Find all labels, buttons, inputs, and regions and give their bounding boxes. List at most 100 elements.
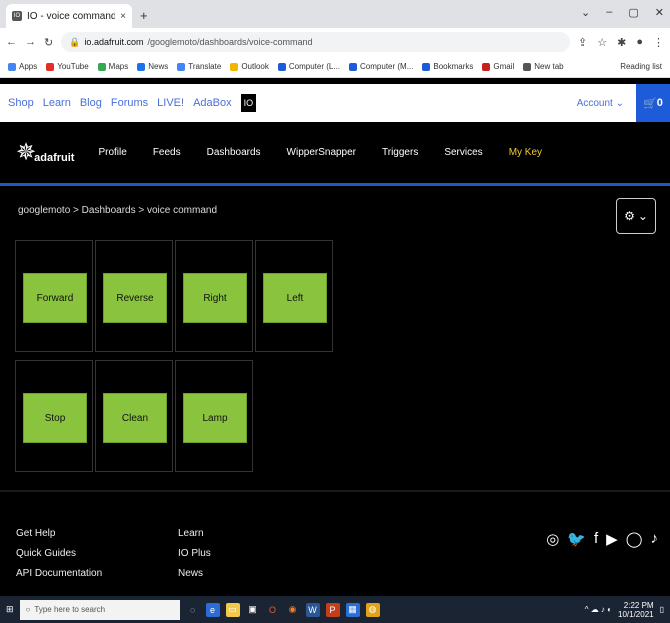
bookmark-label: Maps xyxy=(108,62,129,71)
nav-my-key[interactable]: My Key xyxy=(509,147,542,158)
bookmark-item[interactable]: Computer (L... xyxy=(277,62,341,71)
bookmark-item[interactable]: New tab xyxy=(523,62,564,71)
tray-icons[interactable]: ^ ☁ ♪ ◐ xyxy=(585,605,612,614)
taskbar-search[interactable]: ○ Type here to search xyxy=(19,599,180,620)
maximize-icon[interactable]: ▢ xyxy=(628,6,638,19)
footer-link[interactable]: Get Help xyxy=(16,528,102,539)
nav-triggers[interactable]: Triggers xyxy=(382,147,418,158)
reading-list[interactable]: Reading list xyxy=(620,62,662,71)
lock-icon: 🔒 xyxy=(69,36,81,47)
nav-feeds[interactable]: Feeds xyxy=(153,147,181,158)
firefox-icon[interactable]: ◉ xyxy=(286,603,300,617)
tab-close-icon[interactable]: × xyxy=(120,11,126,22)
bookmark-label: Computer (L... xyxy=(288,62,341,71)
youtube-icon[interactable]: ▶ xyxy=(606,530,618,548)
back-icon[interactable]: ← xyxy=(6,36,17,48)
dashboard-settings-button[interactable]: ⚙ ⌄ xyxy=(616,198,656,234)
facebook-icon[interactable]: f xyxy=(594,530,598,548)
chevron-down-icon: ⌄ xyxy=(615,97,624,109)
close-window-icon[interactable]: ✕ xyxy=(655,6,664,19)
search-icon: ○ xyxy=(25,605,31,614)
site-footer: Get Help Quick Guides API Documentation … xyxy=(0,490,670,590)
word-icon[interactable]: W xyxy=(305,602,320,617)
footer-link[interactable]: News xyxy=(178,568,211,579)
breadcrumb-dashboards[interactable]: Dashboards xyxy=(82,205,136,216)
topstrip-link[interactable]: Forums xyxy=(111,97,148,109)
cortana-icon[interactable]: ◌ xyxy=(186,603,200,617)
github-icon[interactable]: ◯ xyxy=(626,530,643,548)
instagram-icon[interactable]: ◎ xyxy=(546,530,559,548)
notifications-icon[interactable]: ▯ xyxy=(660,605,664,614)
chrome-icon[interactable]: ◍ xyxy=(365,602,380,617)
bookmark-label: Bookmarks xyxy=(433,62,474,71)
cart-button[interactable]: 🛒 0 xyxy=(636,84,670,122)
clock-date: 10/1/2021 xyxy=(618,609,654,619)
footer-link[interactable]: API Documentation xyxy=(16,568,102,579)
nav-profile[interactable]: Profile xyxy=(98,147,126,158)
address-bar[interactable]: 🔒 io.adafruit.com /googlemoto/dashboards… xyxy=(61,32,571,52)
profile-icon[interactable]: ● xyxy=(636,36,643,49)
breadcrumb-user[interactable]: googlemoto xyxy=(18,205,70,216)
footer-link[interactable]: IO Plus xyxy=(178,548,211,559)
powerpoint-icon[interactable]: P xyxy=(325,602,340,617)
edge-icon[interactable]: e xyxy=(205,602,220,617)
left-button[interactable]: Left xyxy=(263,273,327,323)
bookmark-label: Computer (M... xyxy=(360,62,414,71)
cart-icon: 🛒 xyxy=(643,97,657,110)
account-menu[interactable]: Account ⌄ xyxy=(577,98,624,109)
nav-dashboards[interactable]: Dashboards xyxy=(207,147,261,158)
forward-icon[interactable]: → xyxy=(25,36,36,48)
clock[interactable]: 2:22 PM 10/1/2021 xyxy=(618,601,654,619)
io-badge[interactable]: IO xyxy=(240,94,257,112)
bookmark-item[interactable]: News xyxy=(137,62,168,71)
topstrip-link[interactable]: AdaBox xyxy=(193,97,232,109)
tab-search-icon[interactable]: ⌄ xyxy=(581,6,590,19)
reload-icon[interactable]: ↻ xyxy=(44,36,53,49)
bookmark-label: Outlook xyxy=(241,62,269,71)
cart-count: 0 xyxy=(656,97,663,109)
system-tray: ^ ☁ ♪ ◐ 2:22 PM 10/1/2021 ▯ xyxy=(585,601,664,619)
file-explorer-icon[interactable]: ▭ xyxy=(225,602,240,617)
bookmark-item[interactable]: Gmail xyxy=(482,62,514,71)
screen: IO IO - voice command × + ⌄ – ▢ ✕ ← → ↻ … xyxy=(0,0,670,623)
reverse-button[interactable]: Reverse xyxy=(103,273,167,323)
right-button[interactable]: Right xyxy=(183,273,247,323)
tiktok-icon[interactable]: ♪ xyxy=(651,530,659,548)
share-icon[interactable]: ⇪ xyxy=(578,36,587,49)
bookmark-item[interactable]: Bookmarks xyxy=(422,62,473,71)
twitter-icon[interactable]: 🐦 xyxy=(567,530,586,548)
store-icon[interactable]: ▣ xyxy=(246,603,260,617)
windows-start-icon[interactable]: ⊞ xyxy=(6,604,14,615)
bookmark-item[interactable]: Maps xyxy=(97,62,129,71)
minimize-icon[interactable]: – xyxy=(606,6,612,19)
nav-wippersnapper[interactable]: WipperSnapper xyxy=(287,147,356,158)
bookmark-item[interactable]: Translate xyxy=(177,62,221,71)
app-icon[interactable]: ▦ xyxy=(345,602,360,617)
star-icon[interactable]: ☆ xyxy=(597,36,607,49)
footer-link[interactable]: Learn xyxy=(178,528,211,539)
forward-button[interactable]: Forward xyxy=(23,273,87,323)
footer-link[interactable]: Quick Guides xyxy=(16,548,102,559)
adafruit-logo[interactable]: ✵ adafruit xyxy=(16,140,74,165)
stop-button[interactable]: Stop xyxy=(23,393,87,443)
site-header: ✵ adafruit Profile Feeds Dashboards Wipp… xyxy=(0,122,670,186)
bookmark-item[interactable]: YouTube xyxy=(46,62,89,71)
bookmark-item[interactable]: Computer (M... xyxy=(349,62,413,71)
topstrip-link[interactable]: Shop xyxy=(8,97,34,109)
footer-column-learn: Learn IO Plus News xyxy=(178,528,211,579)
bookmark-item[interactable]: Apps xyxy=(8,62,37,71)
browser-tab-active[interactable]: IO IO - voice command × xyxy=(6,4,132,28)
clean-button[interactable]: Clean xyxy=(103,393,167,443)
opera-icon[interactable]: O xyxy=(266,603,280,617)
extensions-icon[interactable]: ✱ xyxy=(617,36,626,49)
menu-icon[interactable]: ⋮ xyxy=(653,36,664,49)
bookmark-favicon-icon xyxy=(349,62,358,71)
bookmark-item[interactable]: Outlook xyxy=(230,62,269,71)
topstrip-link[interactable]: Blog xyxy=(80,97,102,109)
lamp-button[interactable]: Lamp xyxy=(183,393,247,443)
new-tab-button[interactable]: + xyxy=(140,8,148,23)
nav-services[interactable]: Services xyxy=(444,147,482,158)
bookmark-favicon-icon xyxy=(277,62,286,71)
topstrip-link[interactable]: Learn xyxy=(43,97,71,109)
topstrip-link[interactable]: LIVE! xyxy=(157,97,184,109)
